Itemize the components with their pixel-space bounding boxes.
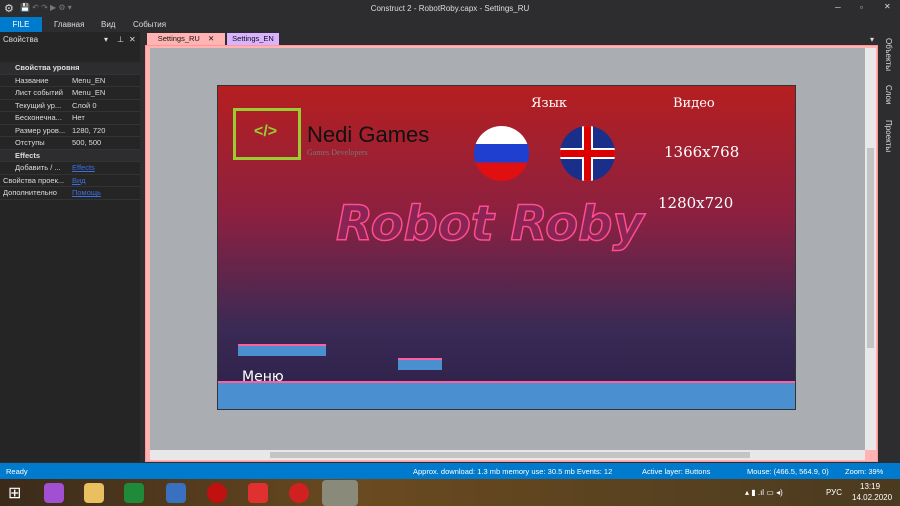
property-key: Размер уров... bbox=[15, 125, 66, 135]
menu-events[interactable]: События bbox=[133, 17, 166, 32]
status-mouse: Mouse: (466.5, 564.9, 0) bbox=[747, 467, 829, 476]
property-key: Отступы bbox=[15, 138, 45, 147]
russian-flag-button[interactable] bbox=[474, 126, 529, 181]
status-zoom: Zoom: 39% bbox=[845, 467, 884, 476]
language-label: Язык bbox=[531, 96, 568, 111]
property-row[interactable]: Размер уров... 1280, 720 bbox=[0, 125, 140, 137]
clock-time[interactable]: 13:19 bbox=[860, 482, 880, 491]
property-value: Menu_EN bbox=[72, 75, 106, 85]
tab-label: Settings_RU bbox=[157, 34, 200, 43]
yandex-icon[interactable] bbox=[248, 483, 268, 503]
app-icon[interactable] bbox=[166, 483, 186, 503]
property-row[interactable]: Свойства уровня bbox=[0, 62, 140, 75]
property-key: Название bbox=[15, 75, 49, 85]
dock-tab-projects[interactable]: Проекты bbox=[884, 120, 893, 152]
property-value: 500, 500 bbox=[72, 138, 102, 147]
menu-view[interactable]: Вид bbox=[101, 17, 115, 32]
property-row[interactable]: Дополнительно Помощь bbox=[0, 187, 140, 200]
excel-icon[interactable] bbox=[124, 483, 144, 503]
folder-icon[interactable] bbox=[84, 483, 104, 503]
window-title: Construct 2 - RobotRoby.capx - Settings_… bbox=[370, 4, 530, 13]
code-logo-icon: </> bbox=[233, 108, 301, 160]
property-row[interactable]: Название Menu_EN bbox=[0, 75, 140, 87]
vertical-scrollbar[interactable] bbox=[865, 48, 876, 450]
property-row[interactable]: Отступы 500, 500 bbox=[0, 137, 140, 150]
dock-tab-layers[interactable]: Слои bbox=[884, 85, 893, 104]
property-value: Menu_EN bbox=[72, 88, 106, 97]
status-bar: Ready Approx. download: 1.3 mb memory us… bbox=[0, 463, 900, 479]
horizontal-scrollbar[interactable] bbox=[150, 450, 865, 460]
property-link[interactable]: Помощь bbox=[72, 187, 101, 200]
title-bar: ⚙ 💾 ↶ ↷ ▶ ⚙ ▾ Construct 2 - RobotRoby.ca… bbox=[0, 0, 900, 17]
platform bbox=[398, 358, 442, 370]
close-icon[interactable]: ✕ bbox=[208, 34, 214, 43]
property-key: Текущий ур... bbox=[15, 100, 62, 110]
tab-list-icon[interactable]: ▾ bbox=[870, 35, 874, 44]
property-key: Бесконечна... bbox=[15, 113, 62, 122]
close-button[interactable]: ✕ bbox=[884, 2, 891, 11]
construct-icon[interactable] bbox=[322, 480, 358, 506]
property-key: Effects bbox=[15, 150, 41, 160]
property-key: Лист событий bbox=[15, 88, 63, 97]
property-row[interactable]: Effects bbox=[0, 149, 140, 162]
video-label: Видео bbox=[673, 96, 715, 111]
status-download: Approx. download: 1.3 mb memory use: 30.… bbox=[413, 467, 613, 476]
tab-settings-ru[interactable]: Settings_RU ✕ bbox=[147, 33, 225, 45]
property-key: Свойства уровня bbox=[15, 63, 80, 72]
dropdown-icon[interactable]: ▾ bbox=[104, 35, 108, 44]
maximize-button[interactable]: ▫ bbox=[860, 3, 863, 12]
windows-start-icon[interactable]: ⊞ bbox=[8, 483, 21, 503]
platform bbox=[238, 344, 326, 356]
tray-icons[interactable]: ▴ ▮ .ıl ▭ ◂) bbox=[745, 488, 783, 497]
logo-title: Nedi Games bbox=[307, 122, 430, 147]
property-key: Свойства проек... bbox=[3, 175, 65, 185]
ground-tiles bbox=[218, 381, 795, 409]
yandex-browser-icon[interactable] bbox=[289, 483, 309, 503]
panel-title: Свойства bbox=[3, 35, 39, 44]
property-value: Нет bbox=[72, 113, 85, 122]
english-flag-button[interactable] bbox=[560, 126, 615, 181]
menu-bar: FILE Главная Вид События bbox=[0, 17, 900, 32]
game-layout-preview[interactable]: </> Nedi Games Games Developers Язык Вид… bbox=[217, 85, 796, 410]
resolution-1366-button[interactable]: 1366x768 bbox=[664, 143, 739, 161]
taskbar: ⊞ ▴ ▮ .ıl ▭ ◂) РУС 13:19 14.02.2020 bbox=[0, 479, 900, 506]
properties-panel: Свойства ▾ ⊥ ✕ Свойства уровня Название Me… bbox=[0, 32, 140, 462]
property-row[interactable]: Лист событий Menu_EN bbox=[0, 87, 140, 100]
app-icon[interactable] bbox=[44, 483, 64, 503]
resolution-1280-button[interactable]: 1280x720 bbox=[658, 194, 733, 212]
game-title: Robot Roby bbox=[335, 195, 644, 253]
property-row[interactable]: Текущий ур... Слой 0 bbox=[0, 100, 140, 112]
close-icon[interactable]: ✕ bbox=[129, 35, 136, 44]
menu-home[interactable]: Главная bbox=[54, 17, 84, 32]
property-row[interactable]: Добавить / ... Effects bbox=[0, 162, 140, 175]
property-value: Слой 0 bbox=[72, 100, 97, 110]
property-link[interactable]: Вид bbox=[72, 175, 86, 188]
property-row[interactable]: Свойства проек... Вид bbox=[0, 175, 140, 188]
file-menu[interactable]: FILE bbox=[0, 17, 42, 32]
right-dock: Объекты Слои Проекты bbox=[878, 33, 900, 463]
opera-icon[interactable] bbox=[207, 483, 227, 503]
dock-tab-objects[interactable]: Объекты bbox=[884, 38, 893, 71]
clock-date[interactable]: 14.02.2020 bbox=[852, 493, 892, 502]
status-layer: Active layer: Buttons bbox=[642, 467, 711, 476]
logo-subtitle: Games Developers bbox=[307, 148, 368, 157]
property-key: Дополнительно bbox=[3, 188, 57, 197]
property-row[interactable]: Бесконечна... Нет bbox=[0, 112, 140, 125]
property-link[interactable]: Effects bbox=[72, 162, 95, 175]
property-key: Добавить / ... bbox=[15, 163, 61, 172]
status-ready: Ready bbox=[6, 467, 28, 476]
language-indicator[interactable]: РУС bbox=[826, 488, 842, 497]
minimize-button[interactable]: ─ bbox=[835, 3, 841, 12]
property-value: 1280, 720 bbox=[72, 125, 106, 135]
tab-settings-en[interactable]: Settings_EN bbox=[227, 33, 279, 45]
pin-icon[interactable]: ⊥ bbox=[117, 35, 124, 44]
